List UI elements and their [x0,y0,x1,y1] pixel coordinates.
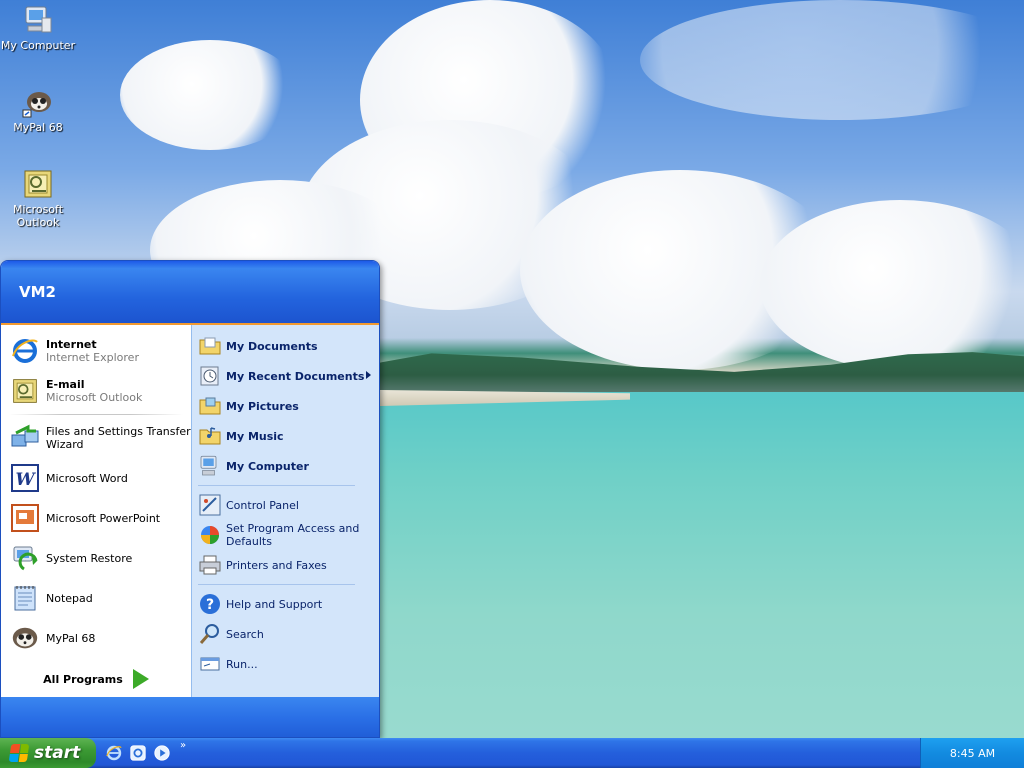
place-label: My Pictures [226,399,299,413]
quick-launch-more[interactable]: » [180,740,186,751]
internet-explorer-icon [9,335,41,367]
menu-item-email[interactable]: E-mail Microsoft Outlook [1,371,191,411]
recent-documents-icon [198,364,222,388]
menu-item-powerpoint[interactable]: Microsoft PowerPoint [1,498,191,538]
outlook-icon [9,375,41,407]
system-restore-icon [9,542,41,574]
desktop-icon-outlook[interactable]: Microsoft Outlook [0,168,76,229]
start-menu-places: My Documents My Recent Documents My Pict… [191,325,379,697]
desktop-icon-label: My Computer [0,39,76,52]
place-search[interactable]: Search [192,619,379,649]
menu-separator [198,584,355,585]
menu-item-transfer-wizard[interactable]: Files and Settings Transfer Wizard [1,418,191,458]
place-run[interactable]: Run... [192,649,379,679]
media-player-icon[interactable] [152,743,172,763]
menu-separator [198,485,355,486]
taskbar: start » 8:45 AM [0,738,1024,768]
place-label: My Computer [226,459,309,473]
all-programs-label: All Programs [43,672,123,686]
place-label: Run... [226,657,258,671]
user-name: VM2 [19,283,56,301]
place-label: Help and Support [226,597,323,611]
place-program-access[interactable]: Set Program Access and Defaults [192,520,379,550]
place-label: My Music [226,429,284,443]
start-label: start [34,743,81,763]
place-label: My Recent Documents [226,369,365,383]
run-icon [198,652,222,676]
windows-logo-icon [8,744,30,762]
menu-item-subtitle: Internet Explorer [46,351,139,364]
start-menu: VM2 Internet Internet Explorer E-mail Micr… [0,260,380,738]
transfer-wizard-icon [9,422,41,454]
menu-item-notepad[interactable]: Notepad [1,578,191,618]
desktop-icon-my-computer[interactable]: My Computer [0,4,76,52]
menu-item-title: Microsoft Word [46,471,128,485]
menu-item-word[interactable]: W Microsoft Word [1,458,191,498]
powerpoint-icon [9,502,41,534]
control-panel-icon [198,493,222,517]
desktop-icon-label: Microsoft Outlook [12,203,64,229]
place-my-recent-documents[interactable]: My Recent Documents [192,361,379,391]
outlook-express-icon[interactable] [128,743,148,763]
svg-text:W: W [15,470,36,490]
place-printers-faxes[interactable]: Printers and Faxes [192,550,379,580]
notepad-icon [9,582,41,614]
folder-music-icon [198,424,222,448]
internet-explorer-icon[interactable] [104,743,124,763]
search-icon [198,622,222,646]
svg-text:?: ? [206,597,214,613]
place-my-computer[interactable]: My Computer [192,451,379,481]
place-label: Set Program Access and Defaults [226,522,360,548]
place-label: Control Panel [226,498,299,512]
menu-item-internet[interactable]: Internet Internet Explorer [1,331,191,371]
menu-item-title: Internet [46,338,97,351]
my-computer-icon [22,4,54,36]
menu-separator [9,414,183,415]
menu-item-title: Notepad [46,591,93,605]
menu-item-title: System Restore [46,551,133,565]
outlook-icon [22,168,54,200]
word-icon: W [9,462,41,494]
start-menu-header: VM2 [1,261,379,325]
folder-pictures-icon [198,394,222,418]
place-label: My Documents [226,339,318,353]
menu-item-title: MyPal 68 [46,631,96,645]
place-my-documents[interactable]: My Documents [192,331,379,361]
desktop-icon-label: MyPal 68 [13,121,63,134]
printer-icon [198,553,222,577]
menu-item-subtitle: Microsoft Outlook [46,391,143,404]
start-button[interactable]: start [0,738,96,768]
desktop-icon-mypal[interactable]: MyPal 68 [0,86,76,134]
folder-documents-icon [198,334,222,358]
place-my-pictures[interactable]: My Pictures [192,391,379,421]
menu-item-mypal[interactable]: MyPal 68 [1,618,191,658]
all-programs-button[interactable]: All Programs [1,661,191,697]
menu-item-title: Files and Settings Transfer Wizard [46,425,191,451]
place-control-panel[interactable]: Control Panel [192,490,379,520]
quick-launch [104,743,172,763]
start-menu-footer [1,697,379,737]
arrow-right-icon [132,669,149,689]
system-tray: 8:45 AM [920,738,1024,768]
help-icon: ? [198,592,222,616]
mypal-icon [9,622,41,654]
menu-item-system-restore[interactable]: System Restore [1,538,191,578]
mypal-icon [22,86,54,118]
clock[interactable]: 8:45 AM [950,747,995,760]
start-menu-programs: Internet Internet Explorer E-mail Microsof… [1,325,191,697]
menu-item-title: E-mail [46,378,85,391]
program-access-icon [198,523,222,547]
place-my-music[interactable]: My Music [192,421,379,451]
chevron-right-icon [366,371,371,379]
menu-item-title: Microsoft PowerPoint [46,511,161,525]
my-computer-icon [198,454,222,478]
place-label: Printers and Faxes [226,558,327,572]
place-label: Search [226,627,264,641]
place-help-support[interactable]: ? Help and Support [192,589,379,619]
